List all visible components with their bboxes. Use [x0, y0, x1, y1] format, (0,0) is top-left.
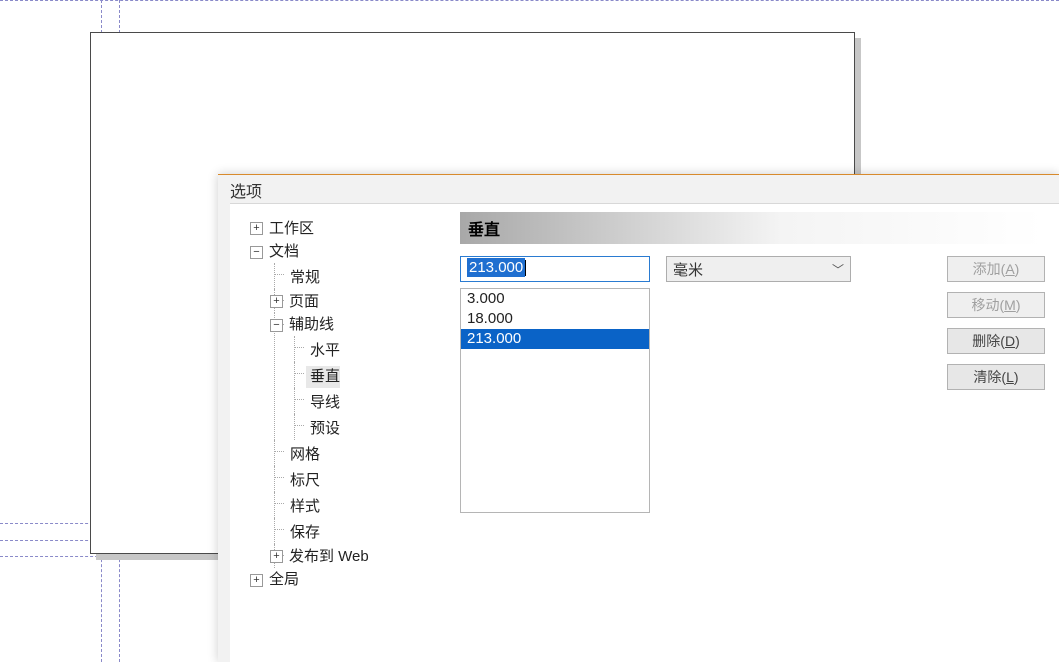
unit-select[interactable]: 毫米 ﹀: [666, 256, 851, 282]
tree-item-save[interactable]: 保存: [286, 522, 320, 544]
delete-button[interactable]: 删除(D): [947, 328, 1045, 354]
button-label: 移动: [971, 295, 999, 315]
move-button[interactable]: 移动(M): [947, 292, 1045, 318]
hotkey: A: [1005, 261, 1014, 277]
collapse-icon[interactable]: −: [270, 319, 283, 332]
tree-label: 文档: [269, 241, 299, 263]
tree-item-page[interactable]: +页面: [286, 291, 319, 313]
tree-label: 辅助线: [289, 314, 334, 336]
tree-label: 垂直: [310, 366, 340, 388]
button-label: 清除: [973, 367, 1001, 387]
tree-label: 保存: [290, 522, 320, 544]
expand-icon[interactable]: +: [250, 574, 263, 587]
tree-label: 样式: [290, 496, 320, 518]
options-tree[interactable]: + 工作区 − 文档 常规 +页面 −辅助线: [242, 212, 452, 654]
list-item[interactable]: 3.000: [461, 289, 649, 309]
expand-icon[interactable]: +: [270, 550, 283, 563]
tree-label: 网格: [290, 444, 320, 466]
tree-item-guide[interactable]: 导线: [306, 392, 340, 414]
hotkey: M: [1004, 297, 1016, 313]
tree-item-general[interactable]: 常规: [286, 267, 320, 289]
tree-label: 发布到 Web: [289, 546, 369, 568]
expand-icon[interactable]: +: [270, 295, 283, 308]
dialog-title: 选项: [230, 178, 262, 202]
tree-item-ruler[interactable]: 标尺: [286, 470, 320, 492]
tree-label: 标尺: [290, 470, 320, 492]
tree-item-document[interactable]: − 文档: [266, 241, 299, 263]
add-button[interactable]: 添加(A): [947, 256, 1045, 282]
tree-label: 预设: [310, 418, 340, 440]
input-value: 213.000: [467, 258, 525, 277]
tree-label: 页面: [289, 291, 319, 313]
list-item[interactable]: 213.000: [461, 329, 649, 349]
values-listbox[interactable]: 3.00018.000213.000: [460, 288, 650, 513]
tree-label: 常规: [290, 267, 320, 289]
guide-horizontal: [0, 0, 1059, 1]
clear-button[interactable]: 清除(L): [947, 364, 1045, 390]
expand-icon[interactable]: +: [250, 222, 263, 235]
collapse-icon[interactable]: −: [250, 246, 263, 259]
hotkey: D: [1005, 333, 1015, 349]
tree-item-preset[interactable]: 预设: [306, 418, 340, 440]
tree-label: 工作区: [269, 218, 314, 240]
value-input[interactable]: 213.000: [460, 256, 650, 282]
tree-item-guides[interactable]: −辅助线: [286, 314, 334, 336]
tree-item-global[interactable]: + 全局: [266, 569, 299, 591]
tree-item-vertical[interactable]: 垂直: [306, 366, 340, 388]
tree-label: 导线: [310, 392, 340, 414]
hotkey: L: [1006, 369, 1014, 385]
tree-label: 水平: [310, 340, 340, 362]
dialog-body: + 工作区 − 文档 常规 +页面 −辅助线: [230, 203, 1059, 662]
button-label: 添加: [973, 259, 1001, 279]
list-item[interactable]: 18.000: [461, 309, 649, 329]
tree-item-grid[interactable]: 网格: [286, 444, 320, 466]
button-label: 删除: [972, 331, 1000, 351]
tree-label: 全局: [269, 569, 299, 591]
tree-item-publish-web[interactable]: +发布到 Web: [286, 546, 369, 568]
pane-title: 垂直: [460, 212, 1043, 244]
tree-item-style[interactable]: 样式: [286, 496, 320, 518]
tree-item-horizontal[interactable]: 水平: [306, 340, 340, 362]
tree-item-workspace[interactable]: + 工作区: [266, 218, 314, 240]
detail-pane: 垂直 213.000 毫米 ﹀ 3.00018.000213.000 添加(A)…: [452, 212, 1051, 654]
options-dialog: 选项 + 工作区 − 文档 常规 +页面: [218, 174, 1059, 662]
unit-label: 毫米: [673, 259, 703, 280]
chevron-down-icon: ﹀: [832, 261, 844, 278]
